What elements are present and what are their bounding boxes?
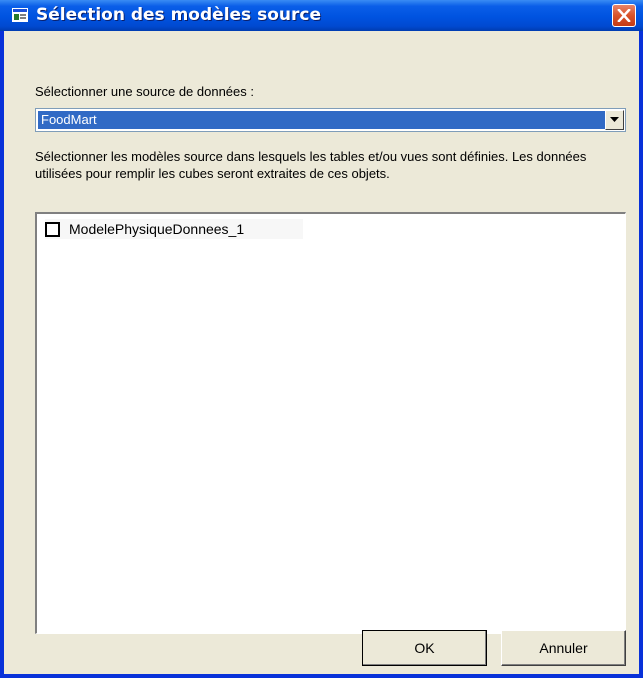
source-models-list[interactable]: ModelePhysiqueDonnees_1 <box>35 212 626 634</box>
window-frame-right <box>639 31 643 678</box>
dialog-window: Sélection des modèles source Sélectionne… <box>0 0 643 678</box>
list-item[interactable]: ModelePhysiqueDonnees_1 <box>45 219 303 239</box>
ok-button[interactable]: OK <box>362 630 487 666</box>
source-label: Sélectionner une source de données : <box>35 84 254 99</box>
data-source-selected-value[interactable]: FoodMart <box>38 111 607 129</box>
close-button[interactable] <box>612 4 636 27</box>
dropdown-button[interactable] <box>605 110 624 130</box>
chevron-down-icon <box>610 117 619 122</box>
window-title: Sélection des modèles source <box>36 5 321 25</box>
model-label: ModelePhysiqueDonnees_1 <box>69 221 245 237</box>
close-icon <box>617 9 631 22</box>
data-source-dropdown[interactable]: FoodMart <box>35 108 626 132</box>
cancel-button[interactable]: Annuler <box>501 630 626 666</box>
title-bar[interactable]: Sélection des modèles source <box>0 0 643 31</box>
models-description: Sélectionner les modèles source dans les… <box>35 149 587 181</box>
window-app-icon <box>12 8 28 22</box>
model-checkbox[interactable] <box>45 222 60 237</box>
window-frame-bottom <box>0 674 643 678</box>
